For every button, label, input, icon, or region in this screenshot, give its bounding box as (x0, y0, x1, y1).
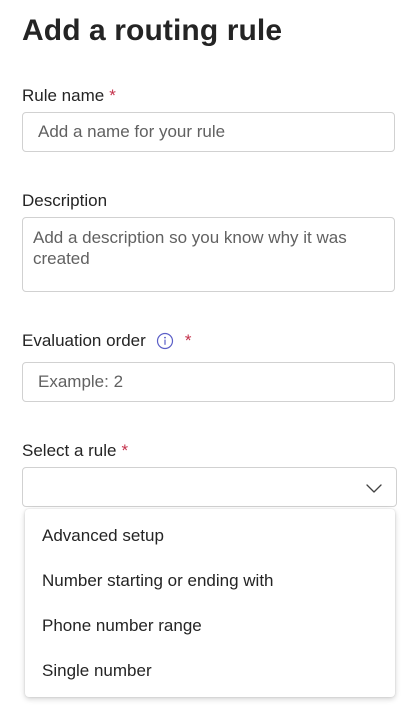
chevron-down-icon[interactable] (365, 479, 383, 497)
menu-item-number-starting-or-ending-with[interactable]: Number starting or ending with (25, 558, 395, 603)
required-marker: * (184, 331, 192, 350)
select-rule-menu: Advanced setup Number starting or ending… (25, 509, 395, 697)
menu-item-phone-number-range[interactable]: Phone number range (25, 603, 395, 648)
evaluation-order-label-text: Evaluation order (22, 331, 146, 350)
description-label-text: Description (22, 191, 108, 210)
evaluation-order-label: Evaluation order * (22, 331, 191, 351)
required-marker: * (109, 86, 116, 105)
rule-name-placeholder: Add a name for your rule (38, 122, 226, 141)
rule-name-label: Rule name * (22, 86, 116, 106)
menu-item-single-number[interactable]: Single number (25, 648, 395, 693)
description-placeholder: Add a description so you know why it was… (33, 228, 347, 268)
select-rule-label: Select a rule * (22, 441, 128, 461)
required-marker: * (121, 441, 129, 460)
evaluation-order-placeholder: Example: 2 (38, 372, 124, 391)
page-title: Add a routing rule (22, 14, 283, 47)
routing-rule-form: Add a routing rule Rule name * Add a nam… (0, 0, 412, 710)
rule-name-input[interactable]: Add a name for your rule (22, 112, 395, 152)
rule-name-label-text: Rule name (22, 86, 105, 105)
select-rule-label-text: Select a rule (22, 441, 117, 460)
menu-item-advanced-setup[interactable]: Advanced setup (25, 513, 395, 558)
description-label: Description (22, 191, 107, 211)
select-rule-dropdown[interactable] (22, 467, 397, 507)
evaluation-order-input[interactable]: Example: 2 (22, 362, 395, 402)
description-textarea[interactable]: Add a description so you know why it was… (22, 217, 395, 292)
info-icon[interactable] (156, 332, 174, 350)
